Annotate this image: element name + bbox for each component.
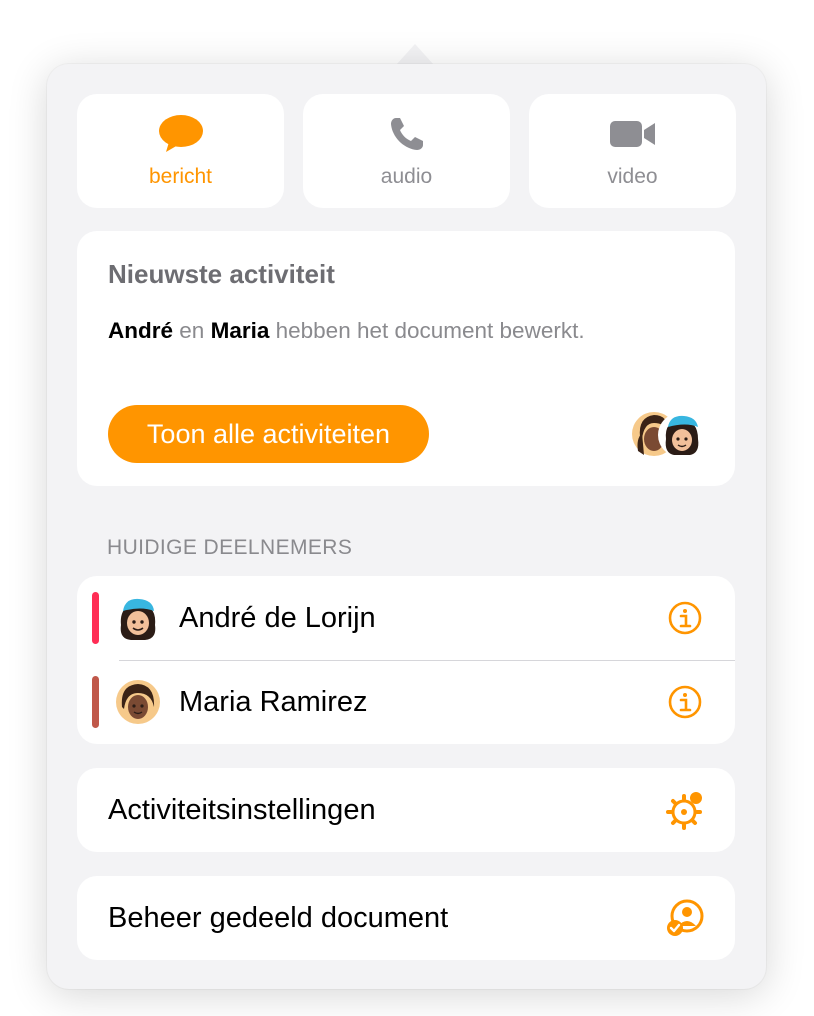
collaboration-popover: bericht audio video Nieuwste activiteit … [47, 64, 766, 989]
current-participants-header: HUIDIGE DEELNEMERS [107, 536, 353, 559]
message-button[interactable]: bericht [77, 94, 284, 208]
participant-color-bar [92, 592, 99, 644]
info-icon[interactable] [667, 600, 703, 636]
collaboration-popover-stage: bericht audio video Nieuwste activiteit … [0, 0, 814, 1016]
video-label: video [607, 165, 658, 188]
popover-arrow [396, 44, 434, 65]
activity-settings-button[interactable]: Activiteitsinstellingen [77, 768, 735, 852]
activity-name-2: Maria [210, 318, 270, 343]
activity-name-1: André [108, 318, 174, 343]
memoji-blue-cap-avatar [120, 598, 156, 640]
participant-row[interactable]: André de Lorijn [77, 576, 735, 661]
message-label: bericht [148, 165, 213, 188]
participant-color-bar [92, 676, 99, 728]
manage-shared-document-button[interactable]: Beheer gedeeld document [77, 876, 735, 960]
activity-description: hebben het document bewerkt. [275, 318, 585, 343]
memoji-dark-hair-avatar [116, 680, 160, 724]
communication-buttons: bericht audio video [77, 94, 736, 208]
person-check-icon [667, 899, 704, 936]
activity-avatars [630, 409, 706, 459]
activity-conjunction: en [179, 318, 205, 343]
video-camera-icon [608, 114, 658, 154]
gear-badge-icon [666, 792, 702, 830]
participant-name: Maria Ramirez [179, 686, 368, 718]
latest-activity-text: André en Maria hebben het document bewer… [108, 317, 588, 345]
speech-bubble-icon [157, 114, 205, 154]
manage-shared-document-label: Beheer gedeeld document [108, 902, 449, 934]
participant-name: André de Lorijn [179, 602, 376, 634]
activity-settings-label: Activiteitsinstellingen [108, 794, 376, 826]
latest-activity-card: Nieuwste activiteit André en Maria hebbe… [77, 231, 735, 486]
latest-activity-title: Nieuwste activiteit [108, 259, 335, 289]
audio-button[interactable]: audio [303, 94, 510, 208]
show-all-activities-button[interactable]: Toon alle activiteiten [108, 405, 429, 463]
phone-icon [387, 114, 427, 154]
participant-row[interactable]: Maria Ramirez [77, 660, 735, 744]
info-icon[interactable] [667, 684, 703, 720]
memoji-dark-hair-avatar [632, 412, 702, 457]
participants-list: André de Lorijn Maria Ramirez [77, 576, 735, 744]
audio-label: audio [380, 165, 433, 188]
video-button[interactable]: video [529, 94, 736, 208]
